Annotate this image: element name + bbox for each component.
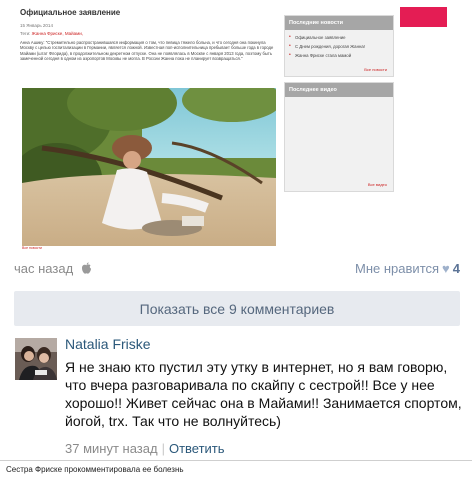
sidebar-news-item[interactable]: С Днем рождения, дорогая Жанна! [289, 42, 389, 51]
image-caption: Сестра Фриске прокомментировала ее болез… [6, 465, 184, 474]
all-news-link[interactable]: Все новости [364, 67, 387, 72]
article-date: 15 Январь 2014 [20, 23, 53, 28]
sidebar-latest-video: Последнее видео Все видео [284, 82, 394, 192]
avatar[interactable] [15, 338, 57, 380]
post-timestamp: час назад [14, 261, 92, 276]
like-button[interactable]: Мне нравится ♥ 4 [355, 261, 460, 276]
comment-text: Я не знаю кто пустил эту утку в интернет… [65, 359, 462, 429]
comment-meta: 37 минут назад | Ответить [65, 441, 225, 456]
comment-author[interactable]: Natalia Friske [65, 336, 151, 352]
like-label: Мне нравится [355, 261, 440, 276]
apple-icon [81, 262, 92, 274]
site-accent-bar [400, 7, 447, 27]
sidebar-video-title: Последнее видео [285, 83, 393, 97]
photo-caption[interactable]: Все новости [22, 246, 42, 250]
article-photo [22, 88, 276, 246]
sidebar-news-item[interactable]: Жанна Фриске стала мамой [289, 51, 389, 60]
sidebar-news-title: Последние новости [285, 16, 393, 30]
heart-icon: ♥ [442, 261, 450, 276]
article-block: Официальное заявление 15 Январь 2014 Тег… [20, 8, 280, 61]
tags-links[interactable]: Жанна Фриске, Майами, [32, 31, 83, 36]
article-body: Анна Ашику: "Стремительно распространивш… [20, 40, 274, 61]
embedded-article-screenshot: Официальное заявление 15 Январь 2014 Тег… [20, 0, 452, 252]
show-all-comments-button[interactable]: Показать все 9 комментариев [14, 291, 460, 326]
meta-separator: | [161, 441, 165, 456]
sidebar-news-item[interactable]: Официальное заявление [289, 33, 389, 42]
article-title: Официальное заявление [20, 8, 121, 17]
all-video-link[interactable]: Все видео [368, 182, 387, 187]
comment-timestamp[interactable]: 37 минут назад [65, 441, 158, 456]
reply-link[interactable]: Ответить [169, 441, 225, 456]
article-tags: Теги: Жанна Фриске, Майами, [20, 31, 280, 36]
tags-label: Теги: [20, 31, 31, 36]
post-time-text[interactable]: час назад [14, 261, 73, 276]
like-count: 4 [452, 261, 460, 276]
sidebar-latest-news: Последние новости Официальное заявление … [284, 15, 394, 77]
divider [0, 460, 472, 461]
